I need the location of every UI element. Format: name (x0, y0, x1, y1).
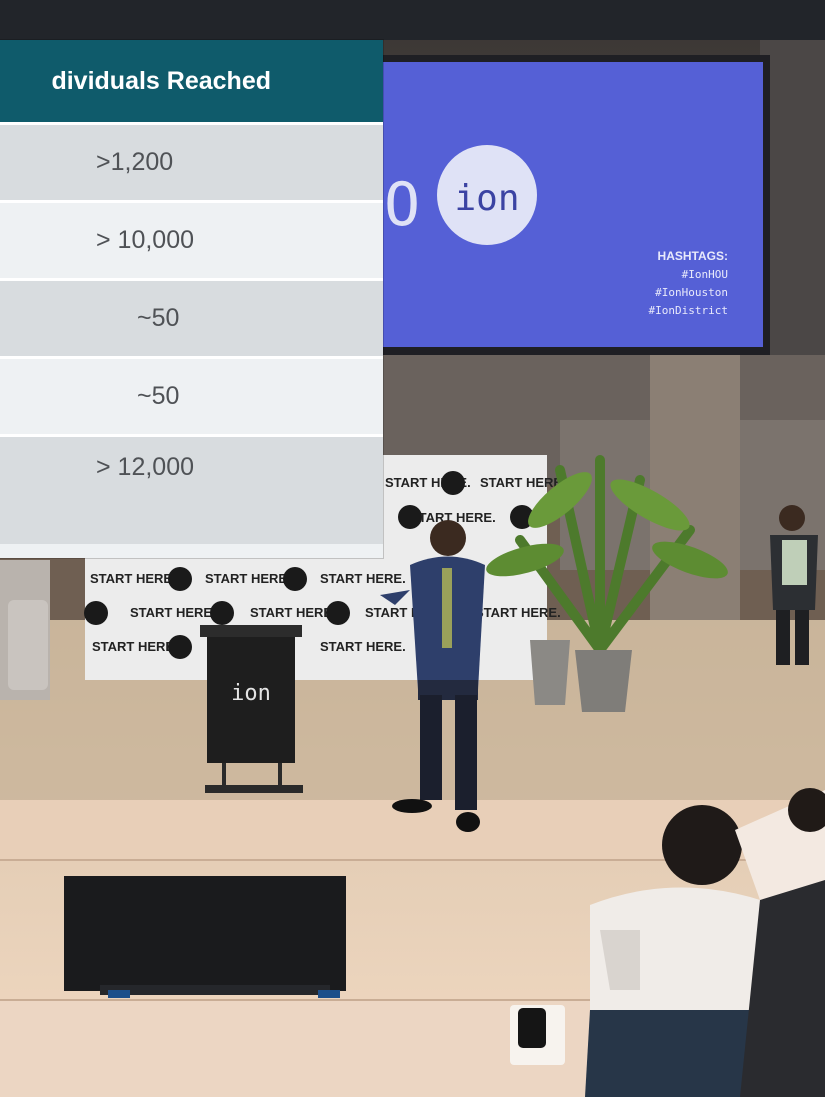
reach-table: dividuals Reached >1,200 > 10,000 ~50 ~5… (0, 40, 383, 558)
floor-monitor (64, 876, 346, 998)
svg-text:START HERE.: START HERE. (90, 571, 176, 586)
table-row: ~50 (0, 356, 383, 434)
svg-text:#IonHouston: #IonHouston (655, 286, 728, 299)
table-header: dividuals Reached (0, 40, 383, 122)
table-row: >1,200 (0, 122, 383, 200)
svg-text:#IonDistrict: #IonDistrict (649, 304, 728, 317)
svg-text:START HERE.: START HERE. (475, 605, 561, 620)
svg-text:START HERE.: START HERE. (250, 605, 336, 620)
hashtags-title: HASHTAGS: (658, 249, 728, 263)
svg-text:START HERE.: START HERE. (320, 571, 406, 586)
svg-text:ion: ion (231, 681, 271, 706)
svg-text:START HERE.: START HERE. (130, 605, 216, 620)
svg-text:START HERE.: START HERE. (205, 571, 291, 586)
svg-text:START HERE.: START HERE. (320, 639, 406, 654)
screen-logo: ion (454, 178, 519, 219)
svg-text:O: O (384, 170, 420, 240)
table-row: > 12,000 (0, 434, 383, 544)
table-row: ~50 (0, 278, 383, 356)
svg-text:START HERE.: START HERE. (92, 639, 178, 654)
table-row: > 10,000 (0, 200, 383, 278)
svg-text:#IonHOU: #IonHOU (682, 268, 728, 281)
